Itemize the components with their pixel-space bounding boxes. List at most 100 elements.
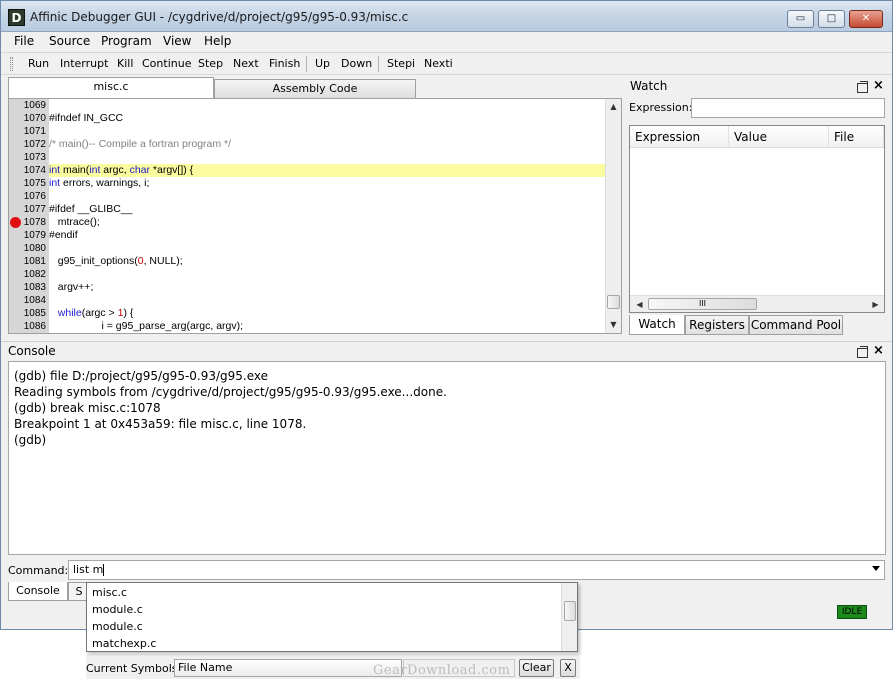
tab-watch[interactable]: Watch	[629, 315, 685, 335]
popup-scrollbar[interactable]	[561, 583, 577, 651]
step-button[interactable]: Step	[198, 57, 223, 70]
close-window-button[interactable]: ✕	[849, 10, 883, 28]
console-output[interactable]: (gdb) file D:/project/g95/g95-0.93/g95.e…	[8, 361, 886, 555]
chevron-down-icon[interactable]	[872, 566, 880, 571]
clear-button[interactable]: Clear	[519, 659, 554, 677]
command-text: list m	[73, 563, 104, 576]
title-bar: D Affinic Debugger GUI - /cygdrive/d/pro…	[1, 1, 892, 32]
continue-button[interactable]: Continue	[142, 57, 191, 70]
menu-help[interactable]: Help	[204, 34, 231, 48]
tab-misc-c[interactable]: misc.c	[8, 77, 214, 98]
close-symbols-button[interactable]: X	[560, 659, 576, 677]
code-line: argv++;	[49, 281, 94, 293]
autocomplete-popup[interactable]: misc.c module.c module.c matchexp.c	[86, 582, 578, 652]
nexti-button[interactable]: Nexti	[424, 57, 453, 70]
code-line: #ifndef IN_GCC	[49, 112, 124, 124]
close-panel-icon[interactable]: ×	[873, 79, 884, 92]
watch-dock-title: Watch	[630, 79, 668, 93]
scroll-right-icon[interactable]: ▶	[868, 297, 883, 312]
menu-source[interactable]: Source	[49, 34, 90, 48]
code-line-breakpoint: mtrace();	[49, 216, 100, 228]
scroll-thumb[interactable]	[607, 295, 620, 309]
debug-toolbar: Run Interrupt Kill Continue Step Next Fi…	[1, 52, 892, 75]
maximize-button[interactable]: □	[818, 10, 845, 28]
code-line: i = g95_parse_arg(argc, argv);	[49, 320, 244, 332]
code-line-current: int main(int argc, char *argv[]) {	[49, 164, 605, 177]
tab-command-pool[interactable]: Command Pool	[749, 315, 843, 335]
maximize-icon: □	[826, 13, 837, 24]
code-token: int	[49, 177, 61, 189]
kill-button[interactable]: Kill	[117, 57, 133, 70]
toolbar-separator	[378, 56, 379, 72]
column-header-value[interactable]: Value	[729, 126, 829, 148]
watch-horizontal-scrollbar[interactable]: ◀ III ▶	[630, 295, 884, 312]
autocomplete-item[interactable]: module.c	[92, 620, 143, 634]
code-token: int	[89, 164, 101, 176]
up-button[interactable]: Up	[315, 57, 330, 70]
column-header-file[interactable]: File	[829, 126, 884, 148]
run-button[interactable]: Run	[28, 57, 49, 70]
symbols-file-name-field[interactable]: File Name	[174, 659, 402, 677]
close-panel-icon[interactable]: ×	[873, 344, 884, 357]
autocomplete-item[interactable]: misc.c	[92, 586, 127, 600]
scroll-down-icon[interactable]: ▼	[606, 317, 621, 332]
stepi-button[interactable]: Stepi	[387, 57, 415, 70]
code-token: while	[57, 307, 82, 319]
menu-bar: File Source Program View Help	[1, 32, 892, 52]
window-title: Affinic Debugger GUI - /cygdrive/d/proje…	[30, 10, 409, 24]
menu-program[interactable]: Program	[101, 34, 152, 48]
code-line-comment: /* main()-- Compile a fortran program */	[49, 138, 232, 150]
float-panel-icon[interactable]	[857, 346, 868, 358]
column-header-expression[interactable]: Expression	[630, 126, 729, 148]
autocomplete-item[interactable]: module.c	[92, 603, 143, 617]
scroll-up-icon[interactable]: ▲	[606, 99, 621, 114]
line-number: 1073	[23, 152, 46, 163]
breakpoint-marker-icon[interactable]	[10, 217, 21, 228]
console-dock-header: Console ×	[1, 341, 892, 360]
autocomplete-item[interactable]: matchexp.c	[92, 637, 156, 651]
tab-assembly-code[interactable]: Assembly Code	[214, 79, 416, 99]
menu-view[interactable]: View	[163, 34, 191, 48]
minimize-icon: ▭	[795, 13, 806, 24]
interrupt-button[interactable]: Interrupt	[60, 57, 108, 70]
console-line: (gdb)	[14, 433, 47, 447]
code-line: while(argc > 1) {	[57, 307, 134, 319]
minimize-button[interactable]: ▭	[787, 10, 814, 28]
editor-vertical-scrollbar[interactable]: ▲ ▼	[605, 99, 621, 333]
line-number: 1071	[23, 126, 46, 137]
down-button[interactable]: Down	[341, 57, 372, 70]
float-panel-icon[interactable]	[857, 81, 868, 93]
toolbar-grip[interactable]	[10, 57, 13, 71]
command-input[interactable]: list m	[68, 560, 885, 580]
source-editor[interactable]: 1069 1070 1071 1072 1073 1074 1075 1076 …	[8, 98, 622, 334]
code-token: 1	[117, 307, 124, 319]
finish-button[interactable]: Finish	[269, 57, 300, 70]
scroll-thumb[interactable]	[564, 601, 576, 621]
menu-file[interactable]: File	[14, 34, 34, 48]
line-number: 1074	[23, 165, 46, 176]
line-number: 1075	[23, 178, 46, 189]
line-number: 1085	[23, 308, 46, 319]
code-token: char	[129, 164, 150, 176]
scroll-thumb[interactable]: III	[648, 298, 757, 310]
line-number: 1083	[23, 282, 46, 293]
tab-console[interactable]: Console	[8, 582, 68, 601]
code-line: int errors, warnings, i;	[49, 177, 150, 189]
code-token: 0	[137, 255, 144, 267]
watch-dock-header: Watch ×	[628, 77, 887, 95]
line-number: 1079	[23, 230, 46, 241]
line-number: 1080	[23, 243, 46, 254]
tab-registers[interactable]: Registers	[685, 315, 749, 335]
watch-table[interactable]: Expression Value File ◀ III ▶	[629, 125, 885, 313]
code-area[interactable]: #ifndef IN_GCC /* main()-- Compile a for…	[49, 99, 605, 333]
expression-input[interactable]	[691, 98, 885, 118]
scroll-left-icon[interactable]: ◀	[632, 297, 647, 312]
line-number-gutter[interactable]: 1069 1070 1071 1072 1073 1074 1075 1076 …	[9, 99, 49, 333]
status-badge: IDLE	[837, 605, 867, 619]
next-button[interactable]: Next	[233, 57, 259, 70]
